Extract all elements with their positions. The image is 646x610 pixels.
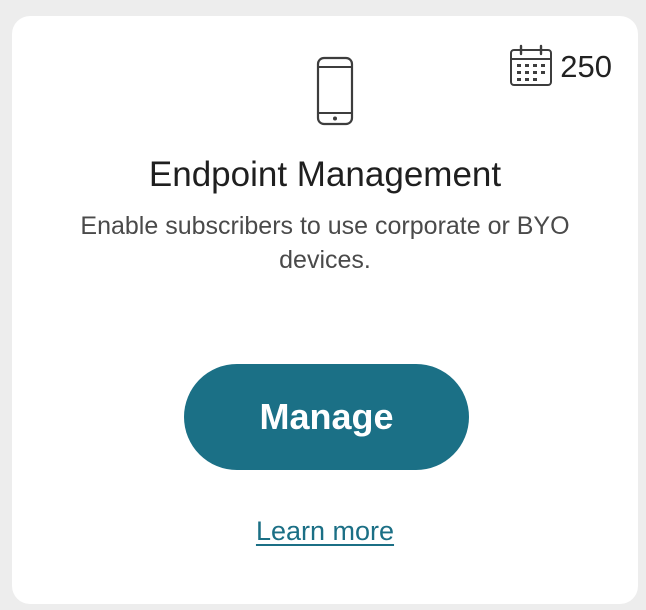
card-title: Endpoint Management <box>148 155 502 194</box>
usage-counter: 250 <box>508 44 612 88</box>
counter-value: 250 <box>560 48 612 84</box>
calendar-icon <box>510 44 553 86</box>
learn-more-link[interactable]: Learn more <box>12 516 638 547</box>
mobile-phone-icon <box>316 56 354 126</box>
manage-button[interactable]: Manage <box>184 364 469 470</box>
card-description: Enable subscribers to use corporate or B… <box>80 212 570 274</box>
endpoint-management-card: 250 Endpoint Management Enable subscribe… <box>12 16 638 604</box>
